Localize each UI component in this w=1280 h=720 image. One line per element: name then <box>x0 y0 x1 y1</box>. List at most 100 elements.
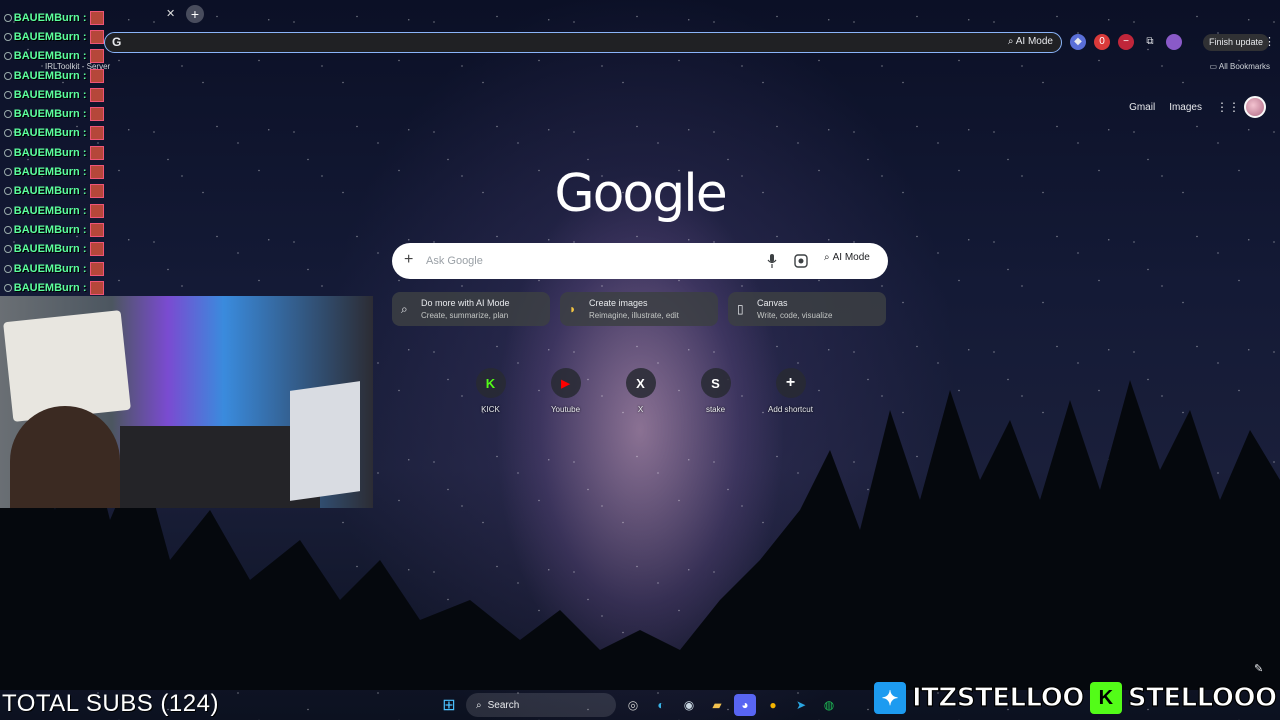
emote-icon <box>90 261 104 276</box>
shortcut-stake[interactable]: S stake <box>678 368 753 414</box>
kick-logo-icon: K <box>1089 682 1122 714</box>
new-tab-button[interactable]: + <box>186 5 204 23</box>
browser-menu-icon[interactable]: ⋮ <box>1264 35 1275 48</box>
google-top-right-nav: Gmail Images ⋮⋮⋮ <box>1129 96 1266 118</box>
social-handles-overlay: ✦ ITZSTELLOO K STELLOOO <box>874 682 1278 714</box>
search-input[interactable] <box>426 251 746 271</box>
chat-badge-icon <box>4 71 12 80</box>
ai-mode-button[interactable]: ⌕ AI Mode <box>824 252 870 263</box>
chat-message: BAUEMBurn : <box>0 27 104 46</box>
chat-username: BAUEMBurn : <box>13 166 87 179</box>
chat-username: BAUEMBurn : <box>13 204 87 217</box>
chat-badge-icon <box>4 264 12 273</box>
profile-avatar-icon[interactable] <box>1166 34 1182 50</box>
chip-subtitle: Reimagine, illustrate, edit <box>589 311 679 320</box>
shortcut-kick[interactable]: K KICK <box>453 368 528 414</box>
address-bar-google-icon: G <box>112 35 122 49</box>
chat-username: BAUEMBurn : <box>13 30 87 43</box>
edge-icon[interactable]: ◐ <box>650 694 672 716</box>
pencil-icon[interactable]: ✎ <box>1254 662 1263 675</box>
address-bar-ai-mode-label: AI Mode <box>1015 36 1053 47</box>
shortcut-add[interactable]: + Add shortcut <box>753 368 828 414</box>
kick-handle: STELLOOO <box>1127 682 1277 713</box>
chat-message: BAUEMBurn : <box>0 66 104 85</box>
chat-message: BAUEMBurn : <box>0 124 104 143</box>
extensions-puzzle-icon[interactable]: ⧉ <box>1142 34 1158 50</box>
chat-username: BAUEMBurn : <box>13 146 87 159</box>
extension-icon-red[interactable]: − <box>1118 34 1134 50</box>
chat-badge-icon <box>4 206 12 215</box>
webcam-person <box>10 406 120 508</box>
chat-username: BAUEMBurn : <box>13 281 87 294</box>
images-link[interactable]: Images <box>1169 102 1202 113</box>
stake-glyph: S <box>711 375 720 391</box>
emote-icon <box>90 242 104 257</box>
emote-icon <box>90 126 104 141</box>
finish-update-button[interactable]: Finish update <box>1203 34 1270 51</box>
taskbar-app-icon[interactable]: ◎ <box>622 694 644 716</box>
chat-username: BAUEMBurn : <box>13 185 87 198</box>
chat-message: BAUEMBurn : <box>0 201 104 220</box>
chat-badge-icon <box>4 13 12 22</box>
address-bar[interactable]: G ⌕ AI Mode <box>104 32 1062 53</box>
emote-icon <box>90 29 104 44</box>
chrome-icon[interactable]: ● <box>762 694 784 716</box>
shortcut-youtube[interactable]: ▶ Youtube <box>528 368 603 414</box>
extension-icon-red-badge[interactable]: 0 <box>1094 34 1110 50</box>
all-bookmarks-button[interactable]: ▭ All Bookmarks <box>1210 62 1270 71</box>
file-explorer-icon[interactable]: ▰ <box>706 694 728 716</box>
taskbar-search[interactable]: ⌕ Search <box>466 693 616 717</box>
google-lens-icon[interactable] <box>794 254 808 268</box>
windows-start-icon[interactable]: ⊞ <box>438 694 460 716</box>
kick-icon: K <box>475 368 506 398</box>
search-box[interactable]: + ⌕ AI Mode <box>392 243 888 279</box>
chat-message: BAUEMBurn : <box>0 259 104 278</box>
chat-username: BAUEMBurn : <box>13 108 87 121</box>
emote-icon <box>90 280 104 295</box>
steam-icon[interactable]: ◉ <box>678 694 700 716</box>
kick-glyph: K <box>485 375 496 391</box>
youtube-icon: ▶ <box>550 368 581 398</box>
tab-close-icon[interactable]: ✕ <box>166 7 175 20</box>
chat-username: BAUEMBurn : <box>13 88 87 101</box>
extension-icon-blue[interactable]: ◆ <box>1070 34 1086 50</box>
chat-badge-icon <box>4 245 12 254</box>
microphone-icon[interactable] <box>767 254 777 268</box>
chip-canvas[interactable]: ▯ Canvas Write, code, visualize <box>728 292 886 326</box>
shortcuts-row: K KICK ▶ Youtube X X S stake + Add short… <box>453 368 828 414</box>
chip-title: Canvas <box>757 298 788 308</box>
chat-message: BAUEMBurn : <box>0 278 104 297</box>
account-avatar[interactable] <box>1244 96 1266 118</box>
chat-username: BAUEMBurn : <box>13 11 87 24</box>
x-glyph: X <box>636 375 645 391</box>
chip-create-images[interactable]: ◗ Create images Reimagine, illustrate, e… <box>560 292 718 326</box>
tab-strip: ✕ + <box>0 0 1280 28</box>
google-logo: Google <box>554 164 727 224</box>
taskbar-search-icon: ⌕ <box>476 699 482 711</box>
chat-message: BAUEMBurn : <box>0 240 104 259</box>
telegram-icon[interactable]: ➤ <box>790 694 812 716</box>
taskbar-search-label: Search <box>487 699 520 711</box>
shortcut-label: KICK <box>481 405 500 414</box>
shortcut-label: X <box>637 405 644 414</box>
shortcut-x[interactable]: X X <box>603 368 678 414</box>
chat-username: BAUEMBurn : <box>13 69 87 82</box>
google-apps-grid-icon[interactable]: ⋮⋮⋮ <box>1216 100 1252 114</box>
shortcut-label: Youtube <box>550 405 581 414</box>
discord-icon[interactable]: ◕ <box>734 694 756 716</box>
address-bar-ai-mode-button[interactable]: ⌕ AI Mode <box>1008 36 1053 47</box>
shortcut-label: Add shortcut <box>768 405 813 414</box>
chat-message: BAUEMBurn : <box>0 85 104 104</box>
stream-chat-overlay: BAUEMBurn : BAUEMBurn : BAUEMBurn : BAUE… <box>0 8 104 297</box>
spotify-icon[interactable]: ◍ <box>818 694 840 716</box>
chip-title: Do more with AI Mode <box>421 298 510 308</box>
chat-username: BAUEMBurn : <box>13 50 87 63</box>
gmail-link[interactable]: Gmail <box>1129 102 1155 113</box>
x-logo-icon: X <box>625 368 656 398</box>
twitter-handle: ITZSTELLOO <box>911 682 1085 713</box>
emote-icon <box>90 87 104 102</box>
chip-ai-mode[interactable]: ⌕ Do more with AI Mode Create, summarize… <box>392 292 550 326</box>
chip-title: Create images <box>589 298 648 308</box>
add-attachment-icon[interactable]: + <box>404 251 413 269</box>
chat-badge-icon <box>4 90 12 99</box>
